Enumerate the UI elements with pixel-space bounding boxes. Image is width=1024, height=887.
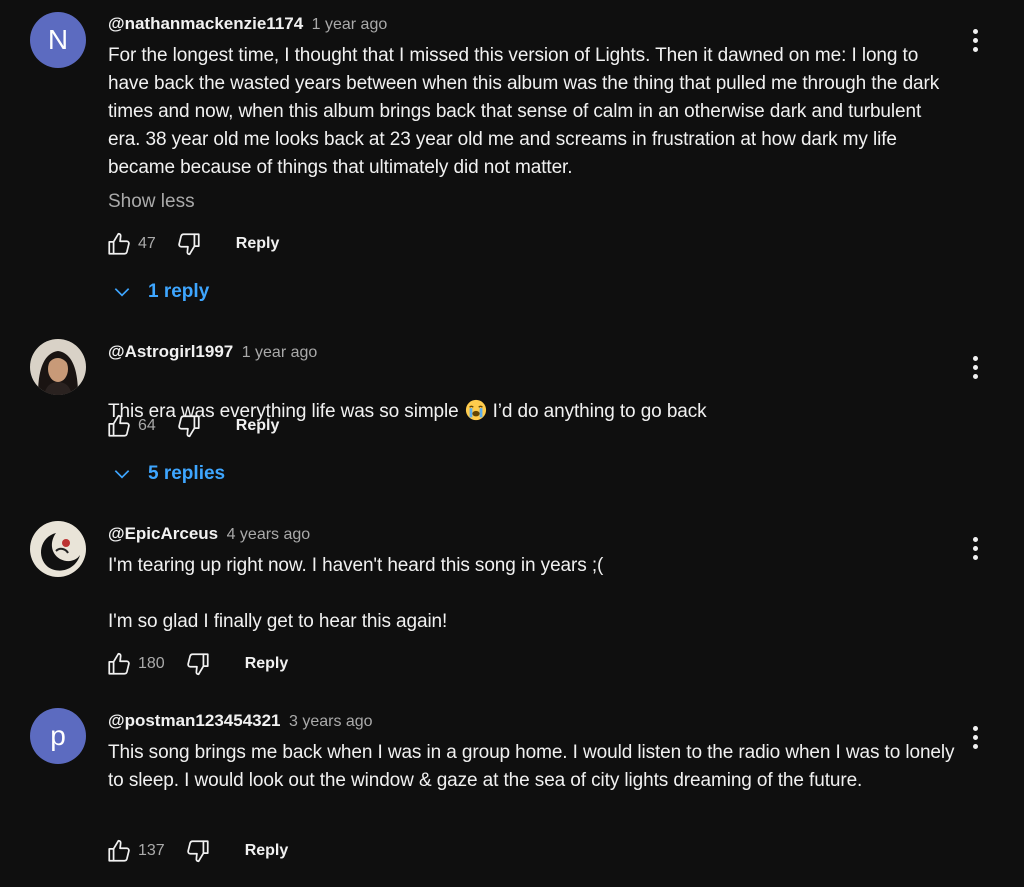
like-button[interactable] [104,229,134,259]
avatar[interactable]: N [30,12,86,68]
comment-header: @nathanmackenzie1174 1 year ago [108,13,387,36]
reply-button[interactable]: Reply [236,235,280,253]
like-count: 64 [138,417,156,434]
loudly-crying-face-emoji [465,399,486,421]
view-replies-button[interactable]: 5 replies [112,459,225,489]
comment-actions: 180 Reply [104,649,288,679]
thumbs-up-icon [108,652,130,675]
dislike-button[interactable] [183,836,213,866]
view-replies-button[interactable]: 1 reply [112,277,209,307]
comment-actions: 47 Reply [104,229,279,259]
replies-count-label: 5 replies [148,463,226,484]
author-name[interactable]: @EpicArceus [108,524,218,543]
more-vertical-icon[interactable] [960,719,990,755]
thumbs-down-icon [186,653,209,676]
more-vertical-icon[interactable] [960,349,990,385]
thumbs-down-icon [178,233,200,256]
comment-time[interactable]: 1 year ago [242,344,318,361]
comment-header: @postman123454321 3 years ago [108,710,373,733]
dislike-button[interactable] [183,649,213,679]
comment-actions: 137 Reply [104,836,288,866]
thumbs-up-icon [108,839,130,862]
avatar[interactable] [30,521,86,577]
author-name[interactable]: @nathanmackenzie1174 [108,14,303,33]
comment-text-part: I’d do anything to go back [492,401,707,422]
comment-header: @EpicArceus 4 years ago [108,523,310,546]
dislike-button[interactable] [174,411,204,441]
thumbs-up-icon [108,232,130,255]
comment-text: This song brings me back when I was in a… [108,742,955,791]
author-name[interactable]: @Astrogirl1997 [108,342,233,361]
comment-actions: 64 Reply [104,411,279,441]
thumbs-down-icon [186,840,209,863]
avatar[interactable] [30,339,86,395]
replies-count-label: 1 reply [148,281,210,302]
reply-button[interactable]: Reply [236,417,280,435]
dislike-button[interactable] [174,229,204,259]
like-button[interactable] [104,649,134,679]
comment-time[interactable]: 4 years ago [227,526,311,543]
author-name[interactable]: @postman123454321 [108,711,281,730]
comment-text: For the longest time, I thought that I m… [108,45,940,178]
comment-time[interactable]: 3 years ago [289,713,373,730]
more-vertical-icon[interactable] [960,22,990,58]
chevron-down-icon [112,464,132,484]
thumbs-up-icon [108,414,130,437]
avatar[interactable]: p [30,708,86,764]
show-less-button[interactable]: Show less [108,190,195,214]
comment-header: @Astrogirl1997 1 year ago [108,341,317,364]
chevron-down-icon [112,282,132,302]
like-count: 180 [138,655,165,672]
like-count: 137 [138,842,165,859]
reply-button[interactable]: Reply [245,655,289,673]
comment-time[interactable]: 1 year ago [312,16,388,33]
reply-button[interactable]: Reply [245,842,289,860]
like-button[interactable] [104,411,134,441]
comment-text: I'm tearing up right now. I haven't hear… [108,555,604,632]
thumbs-down-icon [178,415,200,438]
like-count: 47 [138,235,156,252]
more-vertical-icon[interactable] [960,530,990,566]
like-button[interactable] [104,836,134,866]
